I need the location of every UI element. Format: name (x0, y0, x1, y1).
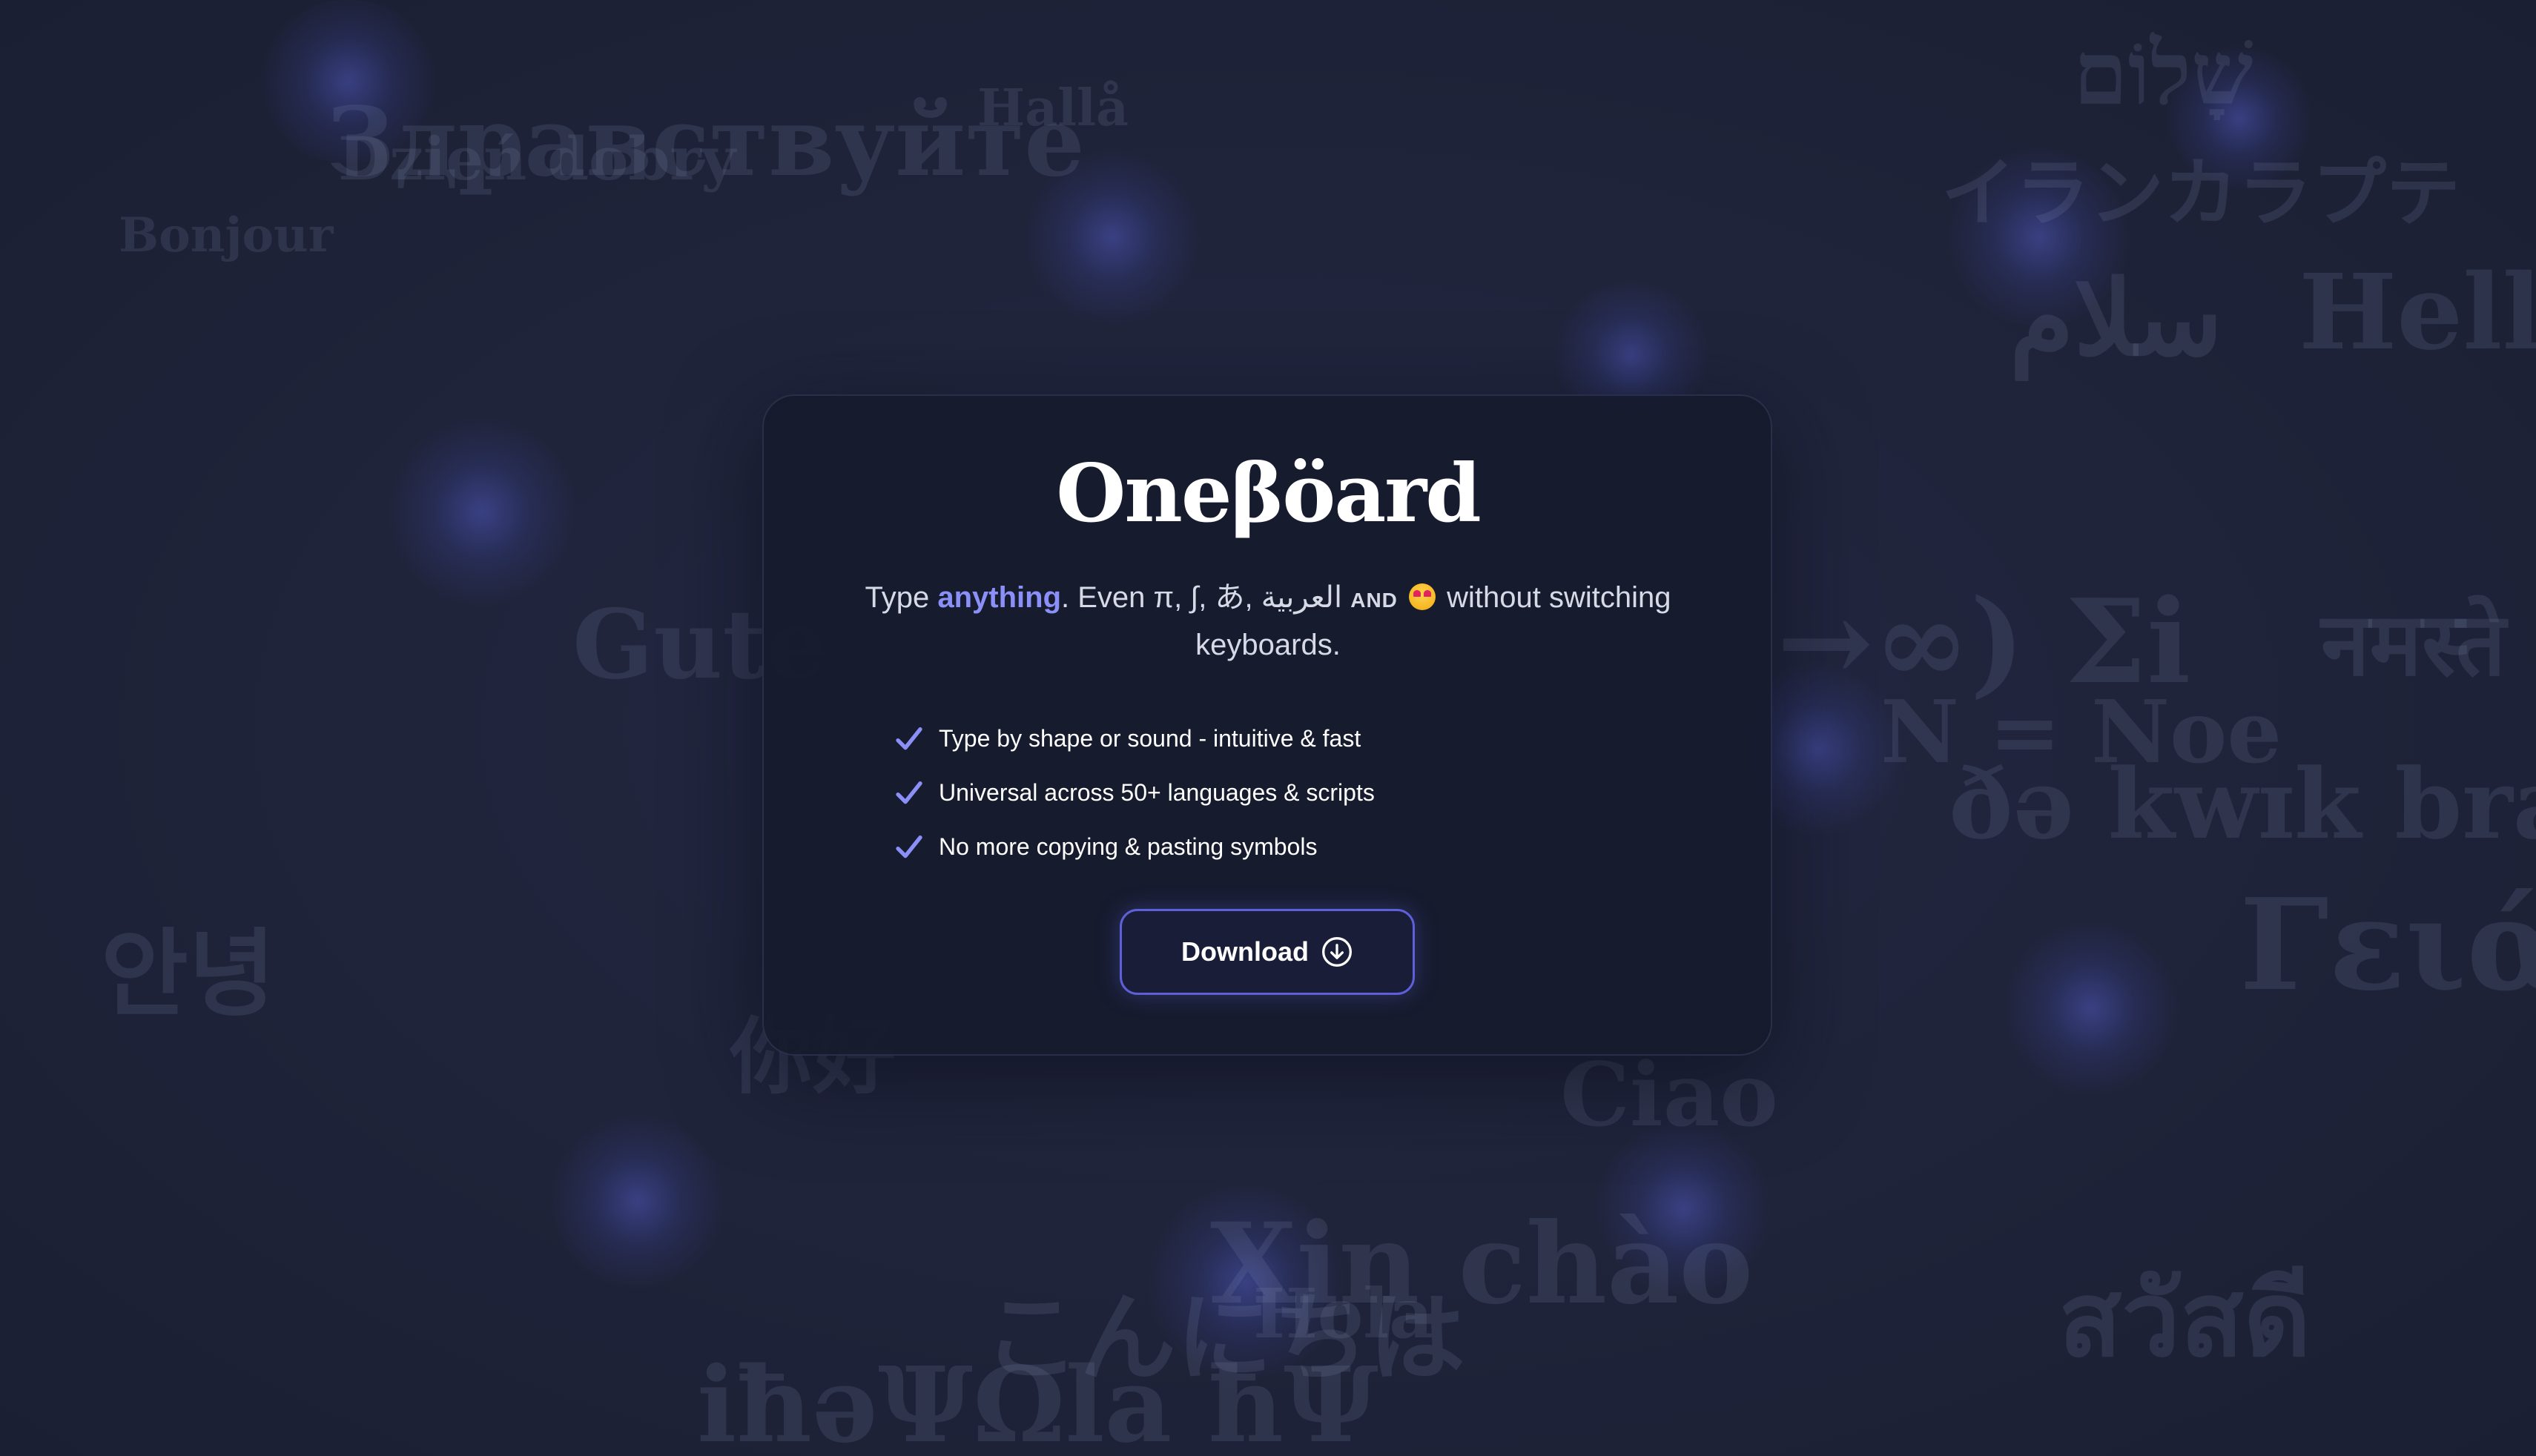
background-greeting: Hola (1253, 1274, 1433, 1354)
landing-page: Здравствуйте Dzień dobry Hallå Bonjour ש… (0, 0, 2536, 1456)
feature-text: No more copying & pasting symbols (939, 833, 1318, 860)
checkmark-icon (896, 727, 922, 749)
tagline-and: AND (1350, 589, 1398, 612)
background-greeting: Bonjour (119, 208, 334, 263)
background-glow (549, 1112, 727, 1290)
background-greeting: ðə kwɪk braʊ (1949, 747, 2536, 861)
background-greeting: Hallå (977, 79, 1129, 138)
heart-eyes-emoji-icon (1409, 583, 1436, 610)
background-greeting: イランカラプテ (1941, 149, 2460, 236)
background-greeting: iħəΨΩla ħΨ (697, 1345, 1378, 1456)
tagline-prefix: Type (865, 581, 938, 614)
download-button-label: Download (1181, 936, 1309, 967)
tagline-highlight: anything (937, 581, 1062, 614)
background-greeting: שָׁלוֹם (2073, 21, 2253, 125)
background-greeting: Dzień dobry (338, 124, 736, 193)
background-greeting: 안녕 (101, 919, 276, 1030)
download-circle-arrow-icon (1322, 937, 1352, 967)
background-greeting: Hello (2299, 252, 2536, 374)
background-greeting: Ciao (1560, 1043, 1778, 1146)
feature-list: Type by shape or sound - intuitive & fas… (894, 712, 1562, 874)
background-greeting: नमस्ते (2321, 592, 2506, 695)
background-glow (2002, 919, 2180, 1097)
feature-text: Type by shape or sound - intuitive & fas… (939, 725, 1361, 752)
checkmark-icon (896, 781, 922, 804)
tagline-middle: . Even π, ∫, あ, العربية (1061, 581, 1351, 614)
download-button[interactable]: Download (1120, 909, 1415, 995)
checkmark-icon (896, 835, 922, 858)
background-greeting: Γειά (2239, 871, 2536, 1019)
background-greeting: سلام (2010, 258, 2223, 380)
feature-text: Universal across 50+ languages & scripts (939, 779, 1375, 806)
feature-item: Type by shape or sound - intuitive & fas… (894, 712, 1562, 766)
app-logo: Oneβöard (1056, 447, 1481, 540)
hero-tagline: Type anything. Even π, ∫, あ, العربية AND… (860, 575, 1676, 667)
background-greeting: สวัสดี (2058, 1259, 2311, 1380)
feature-item: Universal across 50+ languages & scripts (894, 766, 1562, 820)
feature-item: No more copying & pasting symbols (894, 820, 1562, 874)
